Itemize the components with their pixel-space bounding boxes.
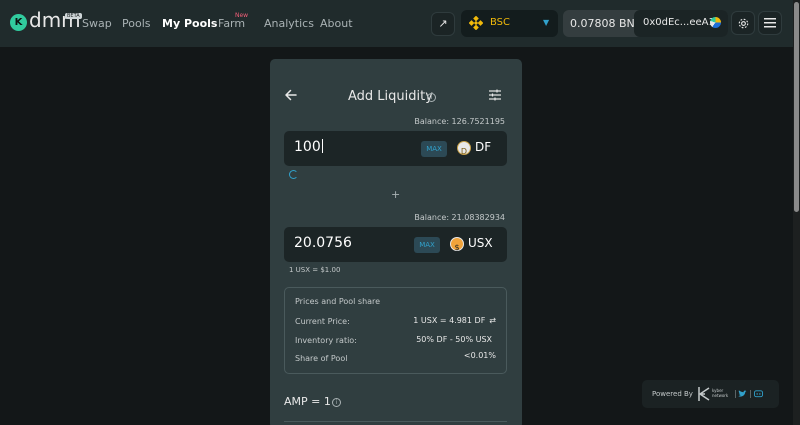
current-price-value: 1 USX = 4.981 DF ⇄: [413, 316, 496, 325]
beta-badge: BETA: [65, 13, 82, 19]
farm-new-badge: New: [235, 12, 249, 19]
powered-by-label: Powered By: [652, 390, 693, 398]
current-price-text: 1 USX = 4.981 DF: [413, 316, 486, 325]
dmm-logo[interactable]: K dmm BETA: [10, 8, 82, 34]
loading-spinner-icon: [289, 170, 298, 179]
nav-pools[interactable]: Pools: [122, 17, 151, 30]
hamburger-menu-icon: [764, 18, 776, 28]
usd-rate-note: 1 USX = $1.00: [289, 266, 341, 274]
menu-button[interactable]: [758, 11, 782, 35]
kyber-text-line2: network: [712, 393, 729, 398]
next-section-edge: [284, 421, 507, 425]
bnb-icon: [469, 16, 483, 30]
plus-icon: +: [391, 188, 401, 201]
external-link-icon: ↗: [438, 17, 448, 30]
wallet-address: 0x0dEc...eeA1: [643, 17, 715, 28]
wallet-address-button[interactable]: 0x0dEc...eeA1: [634, 10, 728, 37]
powered-by-badge: Powered By kyber network | |: [642, 380, 779, 408]
token-a-balance: Balance: 126.7521195: [414, 117, 505, 126]
wallet-balance: 0.07808 BNB: [570, 17, 643, 30]
share-of-pool-label: Share of Pool: [295, 354, 348, 363]
amp-info-icon[interactable]: i: [332, 398, 341, 407]
token-b-input-panel: 20.0756 MAX $ USX: [284, 227, 507, 262]
page-scrollbar[interactable]: [793, 0, 800, 425]
wallet-avatar-icon: [710, 17, 721, 28]
text-cursor: [321, 139, 323, 153]
token-b-max-button[interactable]: MAX: [414, 237, 440, 253]
logo-text: dmm: [29, 8, 81, 32]
svg-text:D: D: [461, 147, 467, 156]
token-b-symbol[interactable]: USX: [468, 236, 493, 250]
token-a-symbol[interactable]: DF: [475, 140, 491, 154]
wallet-widget[interactable]: 0.07808 BNB 0x0dEc...eeA1: [563, 10, 728, 37]
nav-my-pools[interactable]: My Pools: [162, 17, 217, 30]
nav-analytics[interactable]: Analytics: [264, 17, 314, 30]
nav-swap[interactable]: Swap: [82, 17, 112, 30]
chevron-down-icon: ▼: [543, 18, 550, 27]
share-of-pool-value: <0.01%: [463, 351, 496, 360]
token-b-amount-input[interactable]: 20.0756: [294, 235, 352, 251]
scrollbar-thumb[interactable]: [794, 2, 799, 212]
nav-about[interactable]: About: [320, 17, 353, 30]
token-a-input-panel: 100 MAX D DF: [284, 131, 507, 166]
discord-icon[interactable]: [754, 390, 763, 398]
external-link-button[interactable]: ↗: [431, 12, 455, 36]
svg-text:$: $: [454, 243, 459, 252]
inventory-ratio-label: Inventory ratio:: [295, 336, 357, 345]
kyber-network-logo-icon[interactable]: [697, 386, 712, 402]
amp-label: AMP = 1: [284, 395, 331, 408]
twitter-icon[interactable]: [738, 390, 747, 398]
usx-token-icon: $: [450, 237, 464, 252]
network-label: BSC: [490, 17, 511, 28]
current-price-label: Current Price:: [295, 317, 350, 326]
network-selector[interactable]: BSC ▼: [461, 10, 558, 37]
gear-icon: [738, 18, 748, 29]
kyber-logo-icon: K: [10, 14, 27, 31]
top-navbar: K dmm BETA Swap Pools My Pools Farm New …: [0, 0, 793, 47]
token-a-amount-input[interactable]: 100: [294, 139, 323, 155]
add-liquidity-card: Add Liquidity i Balance: 126.7521195 100…: [270, 59, 522, 425]
token-b-balance: Balance: 21.08382934: [414, 213, 505, 222]
df-token-icon: D: [457, 141, 471, 156]
settings-button[interactable]: [731, 11, 755, 35]
back-arrow-icon[interactable]: [285, 89, 297, 105]
title-info-icon[interactable]: i: [427, 93, 436, 102]
prices-title: Prices and Pool share: [295, 297, 381, 306]
separator: |: [734, 389, 737, 398]
separator: |: [749, 389, 752, 398]
sliders-settings-icon[interactable]: [489, 89, 501, 101]
inventory-ratio-value: 50% DF - 50% USX: [416, 335, 492, 344]
swap-price-direction-icon[interactable]: ⇄: [489, 316, 496, 325]
prices-and-pool-share: Prices and Pool share Current Price: 1 U…: [284, 287, 507, 374]
token-a-max-button[interactable]: MAX: [421, 141, 447, 157]
token-a-amount: 100: [294, 139, 321, 155]
page-title: Add Liquidity: [348, 89, 433, 104]
kyber-network-text: kyber network: [712, 388, 728, 398]
